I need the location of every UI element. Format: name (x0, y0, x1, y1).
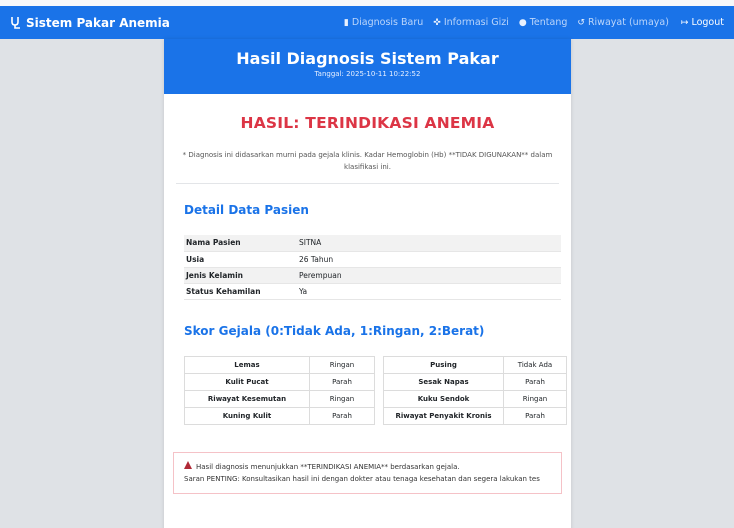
patient-value: Perempuan (297, 267, 561, 283)
symptom-value: Parah (309, 372, 375, 391)
symptom-value: Parah (503, 406, 567, 425)
patient-label: Status Kehamilan (186, 286, 261, 296)
result-card: Hasil Diagnosis Sistem Pakar Tanggal: 20… (164, 39, 571, 528)
history-icon: ↺ (577, 17, 585, 28)
table-row: Pusing Tidak Ada (383, 355, 567, 374)
table-row: Lemas Ringan (184, 355, 375, 374)
nav-diagnosis-baru-label: Diagnosis Baru (351, 17, 424, 28)
nav-tentang[interactable]: ● Tentang (519, 17, 568, 28)
patient-label: Jenis Kelamin (184, 267, 297, 283)
symptom-value: Ringan (309, 389, 375, 408)
table-row: Sesak Napas Parah (383, 372, 567, 391)
nav-informasi-gizi-label: Informasi Gizi (443, 17, 509, 28)
navbar: Sistem Pakar Anemia ▮ Diagnosis Baru ✜ I… (0, 6, 734, 39)
brand-label: Sistem Pakar Anemia (26, 15, 170, 30)
logout-icon: ↦ (680, 17, 689, 28)
warning-icon (184, 460, 192, 473)
nav-tentang-label: Tentang (529, 17, 568, 28)
result-title: HASIL: TERINDIKASI ANEMIA (240, 114, 495, 132)
logout-button[interactable]: ↦ Logout (681, 17, 724, 28)
symptom-name: Lemas (184, 355, 310, 374)
symptom-value: Tidak Ada (503, 355, 567, 374)
patient-value: SITNA (297, 235, 561, 251)
table-row: Status Kehamilan Ya (184, 283, 561, 299)
info-icon: ● (518, 17, 527, 28)
brand[interactable]: Sistem Pakar Anemia (10, 16, 170, 30)
nav-diagnosis-baru[interactable]: ▮ Diagnosis Baru (344, 17, 423, 28)
symptom-table-left: Lemas Ringan Kulit Pucat Parah Riwayat Kes… (184, 355, 375, 425)
table-row: Riwayat Kesemutan Ringan (184, 389, 375, 408)
divider (176, 183, 559, 184)
symptom-name: Riwayat Kesemutan (184, 389, 310, 408)
diagnosis-alert: Hasil diagnosis menunjukkan **TERINDIKAS… (173, 451, 562, 494)
table-row: Kuning Kulit Parah (184, 406, 375, 425)
symptom-value: Parah (503, 372, 567, 391)
table-row: Kuku Sendok Ringan (383, 389, 567, 408)
table-row: Kulit Pucat Parah (184, 372, 375, 391)
alert-text-1: Hasil diagnosis menunjukkan **TERINDIKAS… (196, 462, 460, 471)
nav-links: ▮ Diagnosis Baru ✜ Informasi Gizi ● Tent… (334, 17, 724, 28)
symptom-name: Riwayat Penyakit Kronis (383, 406, 504, 425)
alert-line-2: Saran PENTING: Konsultasikan hasil ini d… (184, 474, 540, 483)
alert-line-1: Hasil diagnosis menunjukkan **TERINDIKAS… (184, 460, 551, 473)
diagnosis-date: Tanggal: 2025-10-11 10:22:52 (314, 70, 421, 78)
table-row: Nama Pasien SITNA (184, 235, 561, 251)
symptom-table-right: Pusing Tidak Ada Sesak Napas Parah Kuku Se… (383, 355, 567, 425)
logout-label: Logout (691, 17, 724, 28)
patient-label: Nama Pasien (184, 235, 297, 251)
patient-section-title: Detail Data Pasien (184, 203, 309, 217)
file-icon: ▮ (343, 17, 349, 28)
patient-value: 26 Tahun (299, 254, 334, 264)
stethoscope-icon (11, 17, 20, 29)
symptom-name: Pusing (383, 355, 504, 374)
nav-informasi-gizi[interactable]: ✜ Informasi Gizi (433, 17, 509, 28)
result-header: Hasil Diagnosis Sistem Pakar Tanggal: 20… (164, 39, 571, 94)
nav-riwayat[interactable]: ↺ Riwayat (umaya) (577, 17, 669, 28)
table-row: Usia 26 Tahun (184, 251, 561, 267)
utensils-icon: ✜ (433, 17, 441, 28)
symptom-name: Kuku Sendok (383, 389, 504, 408)
table-row: Riwayat Penyakit Kronis Parah (383, 406, 567, 425)
table-row: Jenis Kelamin Perempuan (184, 267, 561, 283)
page-title: Hasil Diagnosis Sistem Pakar (236, 49, 499, 68)
symptom-name: Sesak Napas (383, 372, 504, 391)
symptom-value: Ringan (503, 389, 567, 408)
symptom-name: Kulit Pucat (184, 372, 310, 391)
symptom-section-title: Skor Gejala (0:Tidak Ada, 1:Ringan, 2:Be… (184, 323, 485, 338)
symptom-name: Kuning Kulit (184, 406, 310, 425)
symptom-tables: Lemas Ringan Kulit Pucat Parah Riwayat Kes… (184, 355, 571, 425)
symptom-value: Ringan (309, 355, 375, 374)
patient-label: Usia (186, 254, 205, 264)
nav-riwayat-label: Riwayat (umaya) (587, 17, 669, 28)
diagnosis-note: * Diagnosis ini didasarkan murni pada ge… (182, 151, 553, 171)
patient-value: Ya (299, 286, 308, 296)
patient-table: Nama Pasien SITNA Usia 26 Tahun Jenis Kela… (184, 235, 561, 300)
symptom-value: Parah (309, 406, 375, 425)
